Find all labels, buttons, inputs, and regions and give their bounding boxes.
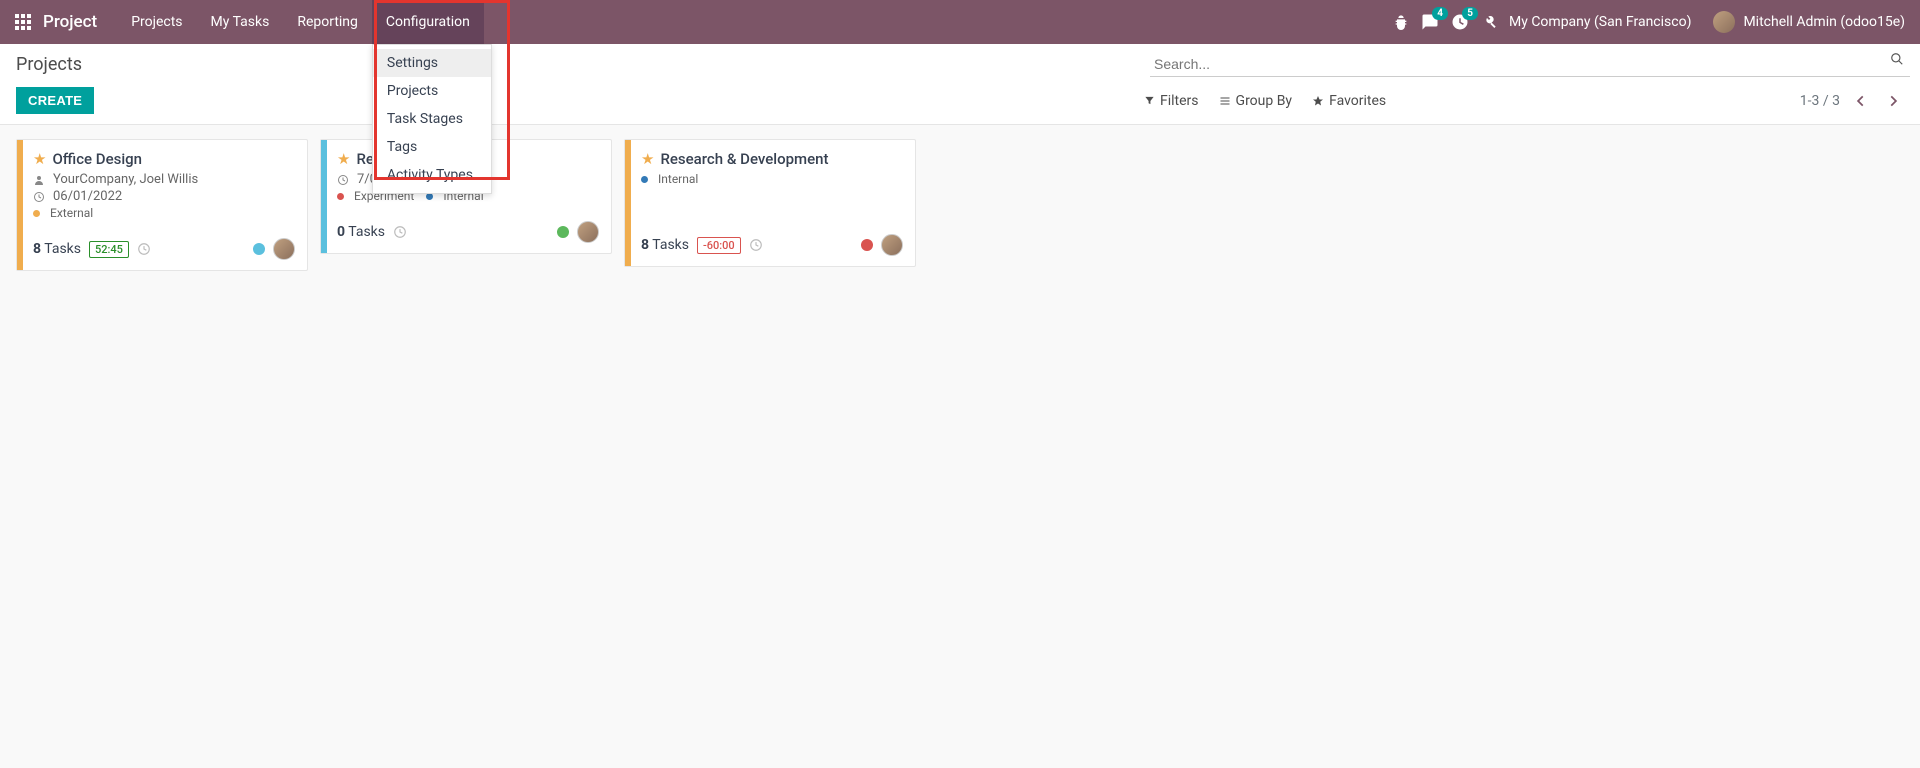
star-icon (1312, 95, 1324, 107)
menu-configuration[interactable]: Configuration Settings Projects Task Sta… (372, 0, 484, 44)
tag-dot (33, 210, 40, 217)
menu-my-tasks[interactable]: My Tasks (197, 0, 284, 44)
project-title: Research & Development (660, 150, 828, 168)
clock-icon (337, 174, 351, 186)
favorite-star-icon[interactable]: ★ (33, 150, 46, 168)
search-input[interactable] (1150, 52, 1910, 77)
activities-icon[interactable]: 5 (1451, 13, 1469, 31)
dropdown-settings[interactable]: Settings (373, 49, 491, 77)
project-card[interactable]: ★ Research & Development Internal 8 Task… (624, 139, 916, 267)
user-name: Mitchell Admin (odoo15e) (1743, 14, 1905, 30)
project-customer: YourCompany, Joel Willis (53, 172, 198, 187)
tasks-link[interactable]: 8 Tasks (641, 237, 689, 253)
nav-right: 4 5 My Company (San Francisco) Mitchell … (1393, 11, 1905, 33)
list-icon (1219, 95, 1231, 107)
favorite-star-icon[interactable]: ★ (337, 150, 350, 168)
status-indicator[interactable] (253, 243, 265, 255)
pager: 1-3 / 3 (1800, 92, 1904, 110)
tag-label: Internal (658, 172, 698, 186)
messaging-badge: 4 (1432, 7, 1448, 20)
favorite-star-icon[interactable]: ★ (641, 150, 654, 168)
messaging-icon[interactable]: 4 (1421, 13, 1439, 31)
menu-configuration-label: Configuration (386, 14, 470, 30)
project-card[interactable]: ★ Office Design YourCompany, Joel Willis… (16, 139, 308, 271)
groupby-label: Group By (1236, 93, 1293, 109)
page-title: Projects (16, 54, 82, 75)
favorites-button[interactable]: Favorites (1312, 93, 1386, 109)
activity-clock-icon[interactable] (137, 242, 151, 256)
menu-projects[interactable]: Projects (117, 0, 196, 44)
assignee-avatar[interactable] (577, 221, 599, 243)
time-badge: 52:45 (89, 241, 129, 258)
groupby-button[interactable]: Group By (1219, 93, 1293, 109)
main-menu: Projects My Tasks Reporting Configuratio… (117, 0, 484, 44)
dropdown-projects[interactable]: Projects (373, 77, 491, 105)
top-navbar: Project Projects My Tasks Reporting Conf… (0, 0, 1920, 44)
tag-label: External (50, 206, 93, 220)
status-indicator[interactable] (861, 239, 873, 251)
kanban-view: ★ Office Design YourCompany, Joel Willis… (0, 125, 1920, 285)
assignee-avatar[interactable] (273, 238, 295, 260)
user-avatar-icon (1713, 11, 1735, 33)
filters-button[interactable]: Filters (1144, 93, 1199, 109)
filters-label: Filters (1160, 93, 1199, 109)
dropdown-activity-types[interactable]: Activity Types (373, 161, 491, 189)
person-icon (33, 174, 47, 186)
time-badge: -60:00 (697, 237, 741, 254)
tasks-link[interactable]: 8 Tasks (33, 241, 81, 257)
filter-icon (1144, 95, 1155, 106)
activities-badge: 5 (1462, 7, 1478, 20)
activity-clock-icon[interactable] (393, 225, 407, 239)
assignee-avatar[interactable] (881, 234, 903, 256)
status-indicator[interactable] (557, 226, 569, 238)
apps-icon[interactable] (15, 14, 31, 30)
search-icon[interactable] (1890, 52, 1904, 77)
tag-dot (641, 176, 648, 183)
project-title: Office Design (52, 150, 142, 168)
clock-icon (33, 191, 47, 203)
control-panel: Projects CREATE Filters Group By Favorit… (0, 44, 1920, 125)
dropdown-tags[interactable]: Tags (373, 133, 491, 161)
company-selector[interactable]: My Company (San Francisco) (1509, 14, 1691, 30)
debug-icon[interactable] (1393, 14, 1409, 30)
activity-clock-icon[interactable] (749, 238, 763, 252)
create-button[interactable]: CREATE (16, 87, 94, 114)
developer-tools-icon[interactable] (1481, 14, 1497, 30)
pager-text: 1-3 / 3 (1800, 93, 1840, 109)
tag-dot (337, 193, 344, 200)
favorites-label: Favorites (1329, 93, 1386, 109)
tasks-link[interactable]: 0 Tasks (337, 224, 385, 240)
app-brand[interactable]: Project (43, 12, 97, 32)
pager-next[interactable] (1882, 92, 1904, 110)
user-menu[interactable]: Mitchell Admin (odoo15e) (1713, 11, 1905, 33)
pager-prev[interactable] (1850, 92, 1872, 110)
menu-reporting[interactable]: Reporting (283, 0, 372, 44)
project-date: 06/01/2022 (53, 189, 122, 204)
configuration-dropdown: Settings Projects Task Stages Tags Activ… (372, 44, 492, 194)
dropdown-task-stages[interactable]: Task Stages (373, 105, 491, 133)
